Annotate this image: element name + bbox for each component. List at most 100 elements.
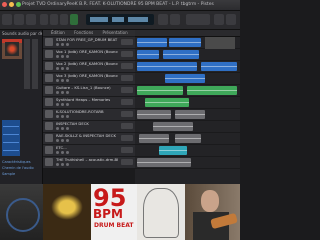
browser-label: Sample — [2, 172, 16, 176]
audio-region[interactable] — [159, 146, 187, 155]
title-bar: Projet TVD OrdinaryPeeK B.R. FEAT. K-OLU… — [0, 0, 240, 11]
audio-region[interactable] — [137, 38, 167, 47]
daw-window: Projet TVD OrdinaryPeeK B.R. FEAT. K-OLU… — [0, 0, 240, 240]
view-menu[interactable]: Présentation — [103, 30, 128, 35]
rewind-button[interactable] — [40, 14, 48, 25]
volume-fader[interactable] — [121, 63, 133, 69]
tracks-menu-bar: Édition Fonctions Présentation — [43, 30, 135, 36]
smart-controls-button[interactable] — [26, 14, 36, 25]
track-icon — [45, 62, 53, 70]
track-header[interactable]: Guitare – KS.Lisn_1 (Bounce) — [43, 85, 135, 97]
audio-region[interactable] — [137, 50, 159, 59]
audio-region[interactable] — [163, 50, 199, 59]
track-name: Vox 2 (bdb) ORE_KAMON (Bounce) — [56, 61, 118, 66]
track-lane[interactable] — [135, 49, 240, 61]
edit-menu[interactable]: Édition — [51, 30, 65, 35]
guitarist-photo — [185, 184, 240, 240]
track-icon — [45, 122, 53, 130]
track-header[interactable]: ETC... — [43, 145, 135, 157]
audio-region[interactable] — [145, 98, 189, 107]
forward-button[interactable] — [50, 14, 58, 25]
selected-list[interactable] — [2, 120, 20, 156]
track-icon — [45, 158, 53, 166]
cover-subtitle: DRUM BEAT — [94, 222, 134, 229]
inspector-button[interactable] — [14, 14, 24, 25]
audio-region[interactable] — [175, 110, 205, 119]
audio-region[interactable] — [175, 134, 201, 143]
audio-region[interactable] — [187, 86, 237, 95]
track-header[interactable]: Vox 2 (bdb) ORE_KAMON (Bounce) — [43, 61, 135, 73]
window-controls — [2, 2, 21, 7]
track-lane[interactable] — [135, 73, 240, 85]
track-name: ETC... — [56, 145, 67, 150]
track-lane[interactable] — [135, 145, 240, 157]
window-title: Projet TVD OrdinaryPeeK B.R. FEAT. K-OLU… — [22, 2, 214, 7]
track-header[interactable]: Synthlord Heaps – Memories — [43, 97, 135, 109]
volume-fader[interactable] — [121, 51, 133, 57]
track-header[interactable]: Vox 1 (bdb) ORE_KAMON (Bounce) — [43, 49, 135, 61]
metronome-button[interactable] — [170, 14, 180, 25]
cover-bpm-unit: BPM — [93, 207, 123, 221]
empty-lane[interactable] — [135, 169, 240, 185]
track-name: K-SOLUTIONDRE-ROTARB — [56, 109, 104, 114]
album-cover-1 — [0, 184, 43, 240]
track-lane[interactable] — [135, 85, 240, 97]
bpm-cover: 95 BPM DRUM BEAT — [91, 184, 137, 240]
browser-button[interactable] — [226, 14, 236, 25]
track-lane[interactable] — [135, 37, 240, 59]
browser-label: Chemin de l'audio — [2, 166, 34, 170]
track-lane[interactable] — [135, 133, 240, 145]
volume-fader[interactable] — [121, 99, 133, 105]
smart-controls — [24, 39, 40, 99]
audio-region[interactable] — [137, 158, 191, 167]
minimize-icon[interactable] — [9, 2, 14, 7]
volume-fader[interactable] — [121, 147, 133, 153]
volume-fader[interactable] — [121, 123, 133, 129]
audio-region[interactable] — [137, 62, 197, 71]
audio-region[interactable] — [137, 86, 183, 95]
track-header[interactable]: RAE-SKILLZ & INSPECTAH DECK — [43, 133, 135, 145]
library-button[interactable] — [2, 14, 12, 25]
audio-region[interactable] — [153, 122, 193, 131]
track-header[interactable]: THE Truthishell – acoustic-drm-BPM — [43, 157, 135, 169]
track-icon — [45, 38, 53, 46]
track-lane[interactable] — [135, 109, 240, 121]
track-name: INSPECTAH DECK — [56, 121, 89, 126]
volume-fader[interactable] — [121, 87, 133, 93]
track-name: Synthlord Heaps – Memories — [56, 97, 111, 102]
cycle-button[interactable] — [158, 14, 168, 25]
track-name: THE Truthishell – acoustic-drm-BPM — [56, 157, 118, 162]
audio-region[interactable] — [201, 62, 237, 71]
editors-button[interactable] — [214, 14, 224, 25]
master-volume-slider[interactable] — [186, 14, 210, 25]
track-header[interactable]: STAN FOR FREE_GP_DRUM BEAT — [43, 37, 135, 49]
stop-button[interactable] — [60, 14, 68, 25]
audio-region[interactable] — [169, 38, 201, 47]
lcd-display — [86, 14, 154, 25]
track-lane[interactable] — [135, 97, 240, 109]
volume-fader[interactable] — [121, 135, 133, 141]
audio-region[interactable] — [137, 110, 171, 119]
close-icon[interactable] — [2, 2, 7, 7]
volume-fader[interactable] — [121, 111, 133, 117]
track-lane[interactable] — [135, 61, 240, 73]
audio-region[interactable] — [165, 74, 205, 83]
audio-region[interactable] — [139, 134, 169, 143]
track-icon — [45, 50, 53, 58]
track-icon — [45, 110, 53, 118]
functions-menu[interactable]: Fonctions — [74, 30, 93, 35]
track-header[interactable]: Vox 3 (bdb) ORE_KAMON (Bounce) — [43, 73, 135, 85]
volume-fader[interactable] — [121, 159, 133, 165]
track-lane[interactable] — [135, 121, 240, 133]
track-header[interactable]: INSPECTAH DECK — [43, 121, 135, 133]
play-button[interactable] — [70, 14, 78, 25]
timeline-ruler[interactable] — [135, 30, 240, 37]
track-icon — [45, 98, 53, 106]
track-header[interactable]: K-SOLUTIONDRE-ROTARB — [43, 109, 135, 121]
control-bar — [0, 11, 240, 30]
volume-fader[interactable] — [121, 39, 133, 45]
wu-tang-logo-image — [43, 184, 91, 240]
track-lane[interactable] — [135, 157, 240, 169]
zoom-icon[interactable] — [16, 2, 21, 7]
volume-fader[interactable] — [121, 75, 133, 81]
